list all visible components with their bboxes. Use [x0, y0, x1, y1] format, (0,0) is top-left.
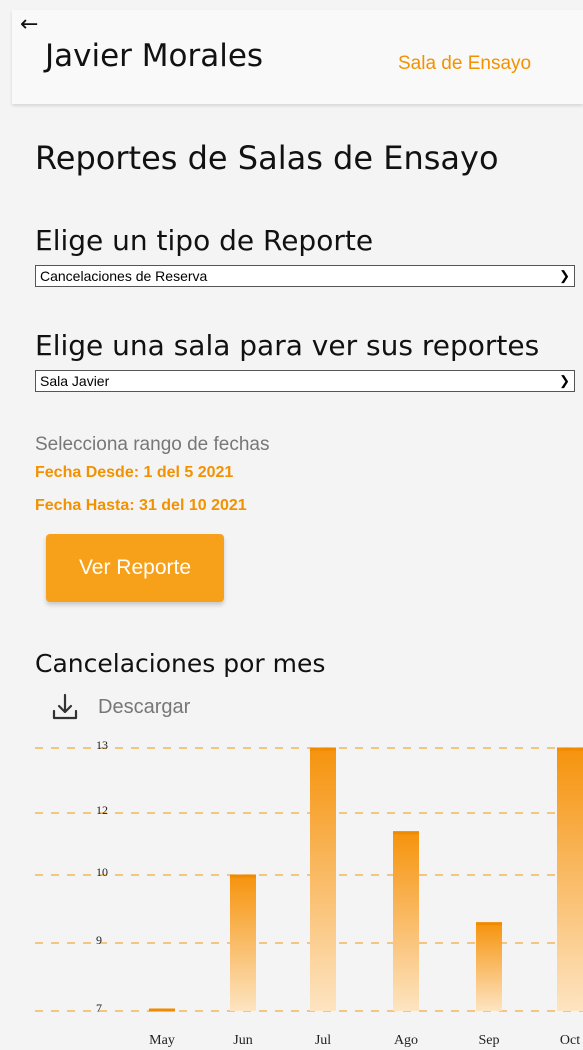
room-selected: Sala Javier: [40, 373, 110, 389]
x-tick-label: Ago: [394, 1033, 418, 1048]
report-type-label: Elige un tipo de Reporte: [35, 224, 374, 257]
date-from[interactable]: Fecha Desde: 1 del 5 2021: [35, 462, 233, 484]
room-select[interactable]: Sala Javier ❯: [35, 370, 575, 392]
chart-title: Cancelaciones por mes: [35, 649, 326, 678]
room-label: Elige una sala para ver sus reportes: [35, 329, 540, 362]
chevron-down-icon: ❯: [559, 373, 570, 388]
chevron-down-icon: ❯: [559, 268, 570, 283]
bar-oct[interactable]: [557, 748, 583, 1011]
nav-link-sala-de-ensayo[interactable]: Sala de Ensayo: [398, 49, 531, 79]
y-tick-label: 7: [96, 1001, 102, 1015]
y-tick-label: 13: [96, 738, 108, 752]
x-tick-label: May: [149, 1033, 175, 1048]
bar-ago[interactable]: [393, 831, 419, 1011]
date-to[interactable]: Fecha Hasta: 31 del 10 2021: [35, 495, 247, 517]
bar-jul[interactable]: [310, 748, 336, 1011]
cancellations-chart: 7 9 10 12 13 May Jun Jul Ago Sep Oct: [35, 738, 583, 1048]
download-icon: [52, 693, 78, 720]
y-tick-label: 12: [96, 803, 108, 817]
user-name: Javier Morales: [45, 38, 264, 74]
report-type-selected: Cancelaciones de Reserva: [40, 268, 208, 284]
x-tick-label: Jul: [315, 1033, 331, 1048]
view-report-button[interactable]: Ver Reporte: [46, 534, 224, 602]
bar-sep[interactable]: [476, 922, 502, 1011]
date-range-hint: Selecciona rango de fechas: [35, 434, 270, 455]
page-title: Reportes de Salas de Ensayo: [35, 139, 499, 177]
report-type-select[interactable]: Cancelaciones de Reserva ❯: [35, 265, 575, 287]
x-tick-label: Oct: [560, 1033, 580, 1048]
download-button[interactable]: Descargar: [50, 690, 190, 724]
download-label: Descargar: [98, 695, 191, 718]
x-tick-label: Sep: [479, 1033, 500, 1048]
bar-jun[interactable]: [230, 875, 256, 1011]
back-arrow-icon[interactable]: ←: [20, 14, 38, 36]
x-tick-label: Jun: [233, 1033, 252, 1048]
y-tick-label: 10: [96, 865, 108, 879]
y-tick-label: 9: [96, 933, 102, 947]
